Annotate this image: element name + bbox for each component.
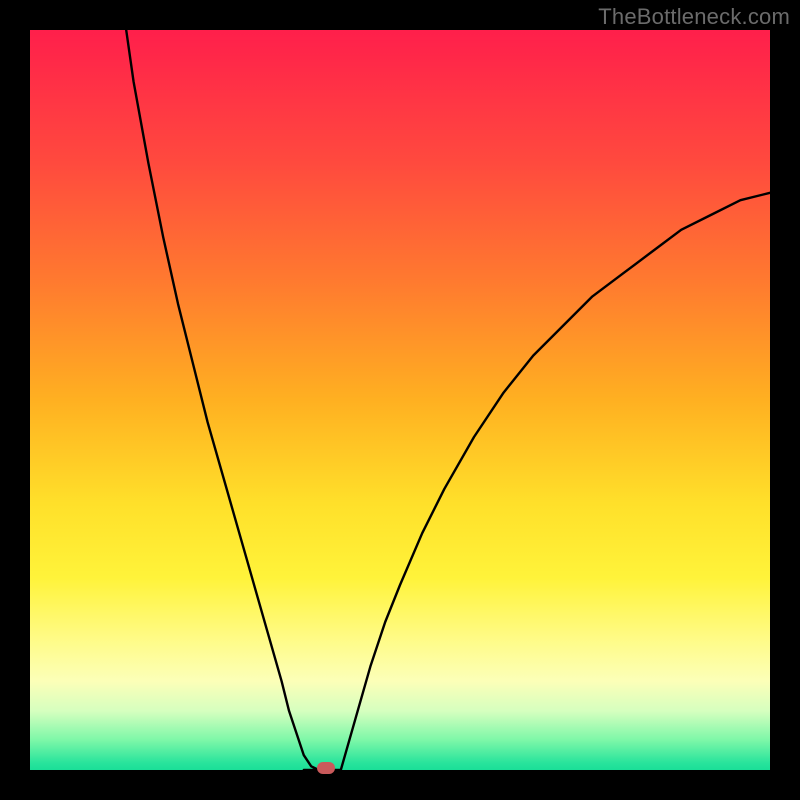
curve-path — [126, 30, 770, 770]
minimum-marker — [317, 762, 335, 774]
plot-area — [30, 30, 770, 770]
bottleneck-curve — [30, 30, 770, 770]
chart-frame: TheBottleneck.com — [0, 0, 800, 800]
watermark-label: TheBottleneck.com — [598, 4, 790, 30]
